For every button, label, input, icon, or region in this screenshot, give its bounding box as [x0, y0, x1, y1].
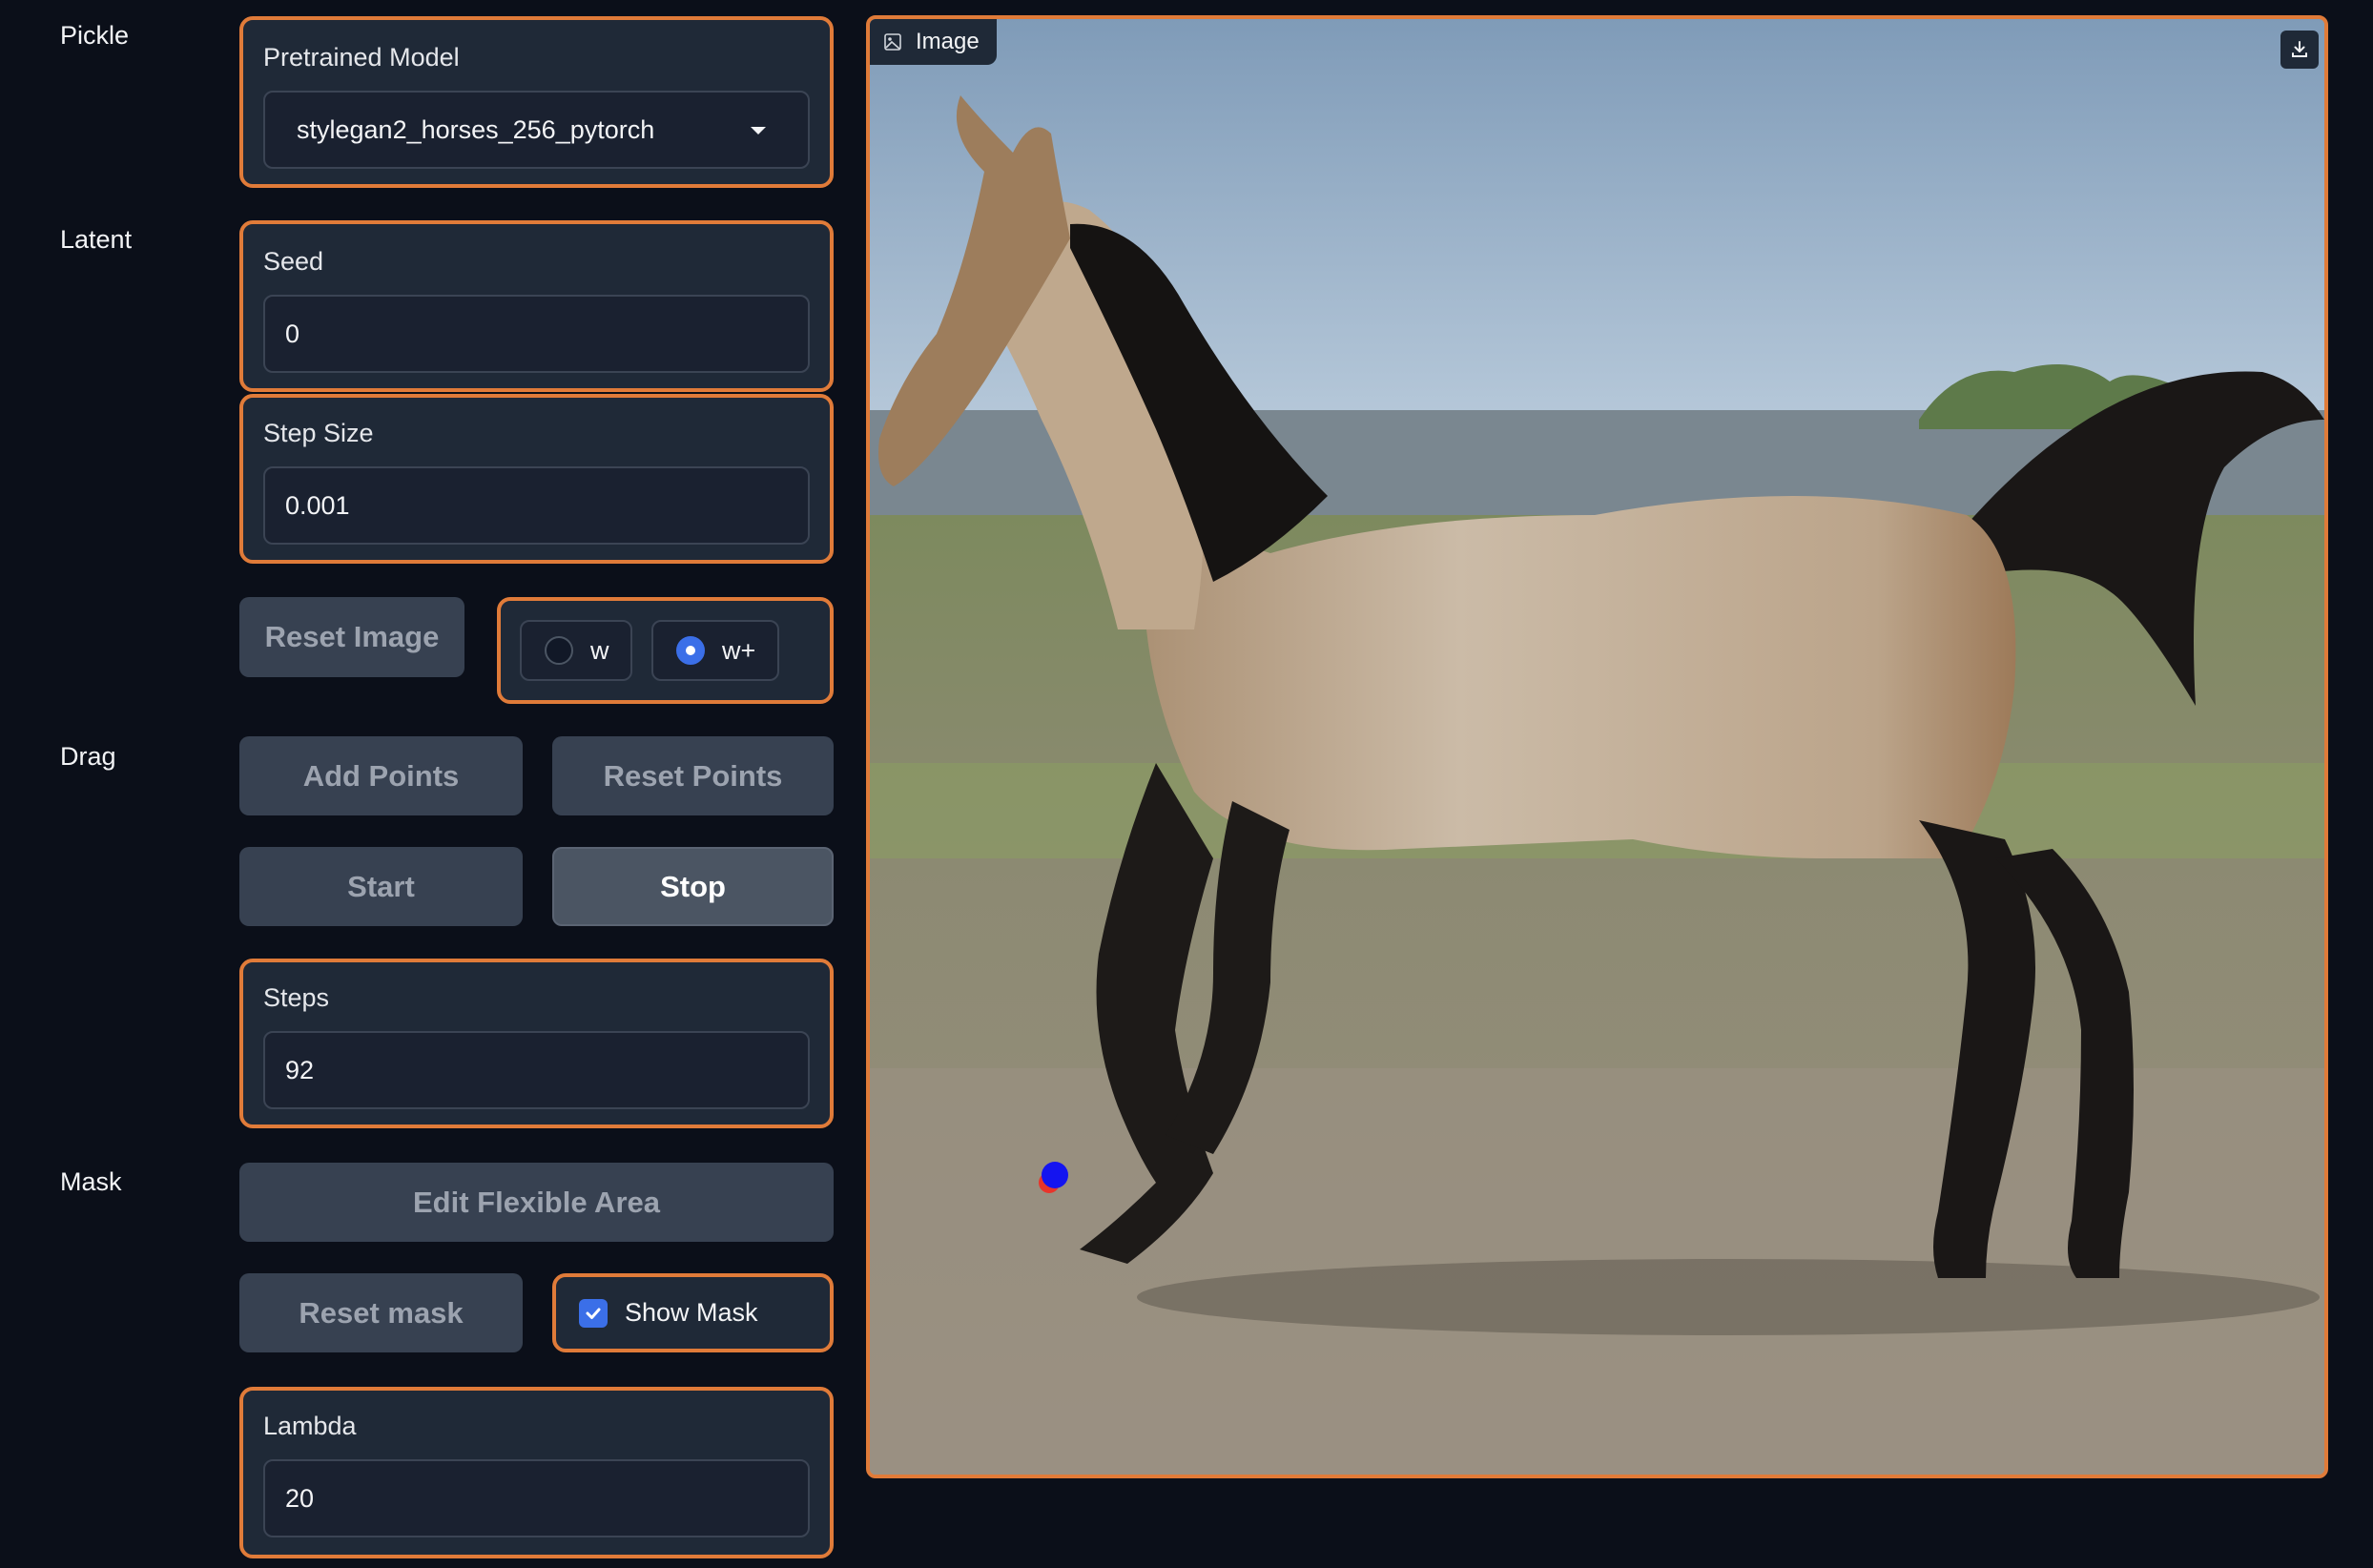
- image-icon: [883, 32, 902, 52]
- checkbox-checked-icon: [579, 1298, 608, 1328]
- chevron-down-icon: [751, 127, 766, 134]
- show-mask-checkbox[interactable]: Show Mask: [552, 1273, 834, 1352]
- pretrained-model-label: Pretrained Model: [263, 43, 460, 72]
- download-icon: [2289, 39, 2310, 60]
- radio-circle-w-icon: [545, 636, 573, 665]
- generated-horse-image[interactable]: [870, 19, 2324, 1475]
- steps-input[interactable]: 92: [263, 1031, 810, 1109]
- steps-value: 92: [285, 1055, 315, 1084]
- radio-option-w[interactable]: w: [520, 620, 632, 681]
- image-panel: Image: [866, 15, 2328, 1478]
- show-mask-label: Show Mask: [625, 1298, 758, 1327]
- section-label-pickle: Pickle: [60, 21, 130, 50]
- section-label-latent: Latent: [60, 225, 133, 254]
- reset-image-button[interactable]: Reset Image: [239, 597, 464, 677]
- pretrained-model-block: Pretrained Model stylegan2_horses_256_py…: [239, 16, 834, 188]
- radio-circle-w-plus-icon: [676, 636, 705, 665]
- pretrained-model-value: stylegan2_horses_256_pytorch: [297, 114, 655, 144]
- reset-points-button[interactable]: Reset Points: [552, 736, 834, 815]
- seed-label: Seed: [263, 247, 324, 276]
- add-points-button[interactable]: Add Points: [239, 736, 523, 815]
- radio-label-w: w: [590, 635, 609, 665]
- section-label-drag: Drag: [60, 742, 116, 771]
- download-button[interactable]: [2280, 31, 2319, 69]
- step-size-value: 0.001: [285, 490, 350, 520]
- lambda-input[interactable]: 20: [263, 1459, 810, 1537]
- lambda-value: 20: [285, 1483, 315, 1513]
- steps-label: Steps: [263, 983, 330, 1012]
- step-size-label: Step Size: [263, 419, 374, 447]
- steps-block: Steps 92: [239, 959, 834, 1128]
- image-label-badge: Image: [870, 19, 997, 65]
- seed-block: Seed 0: [239, 220, 834, 392]
- latent-space-radio-group: w w+: [497, 597, 834, 704]
- reset-mask-button[interactable]: Reset mask: [239, 1273, 523, 1352]
- start-button[interactable]: Start: [239, 847, 523, 926]
- image-title: Image: [916, 29, 980, 54]
- section-label-mask: Mask: [60, 1167, 122, 1196]
- step-size-block: Step Size 0.001: [239, 394, 834, 564]
- stop-button[interactable]: Stop: [552, 847, 834, 926]
- step-size-input[interactable]: 0.001: [263, 466, 810, 545]
- edit-flexible-area-button[interactable]: Edit Flexible Area: [239, 1163, 834, 1242]
- radio-option-w-plus[interactable]: w+: [651, 620, 779, 681]
- lambda-label: Lambda: [263, 1412, 357, 1440]
- lambda-block: Lambda 20: [239, 1387, 834, 1558]
- pretrained-model-select[interactable]: stylegan2_horses_256_pytorch: [263, 91, 810, 169]
- seed-input[interactable]: 0: [263, 295, 810, 373]
- radio-label-w-plus: w+: [722, 635, 756, 665]
- seed-value: 0: [285, 319, 300, 348]
